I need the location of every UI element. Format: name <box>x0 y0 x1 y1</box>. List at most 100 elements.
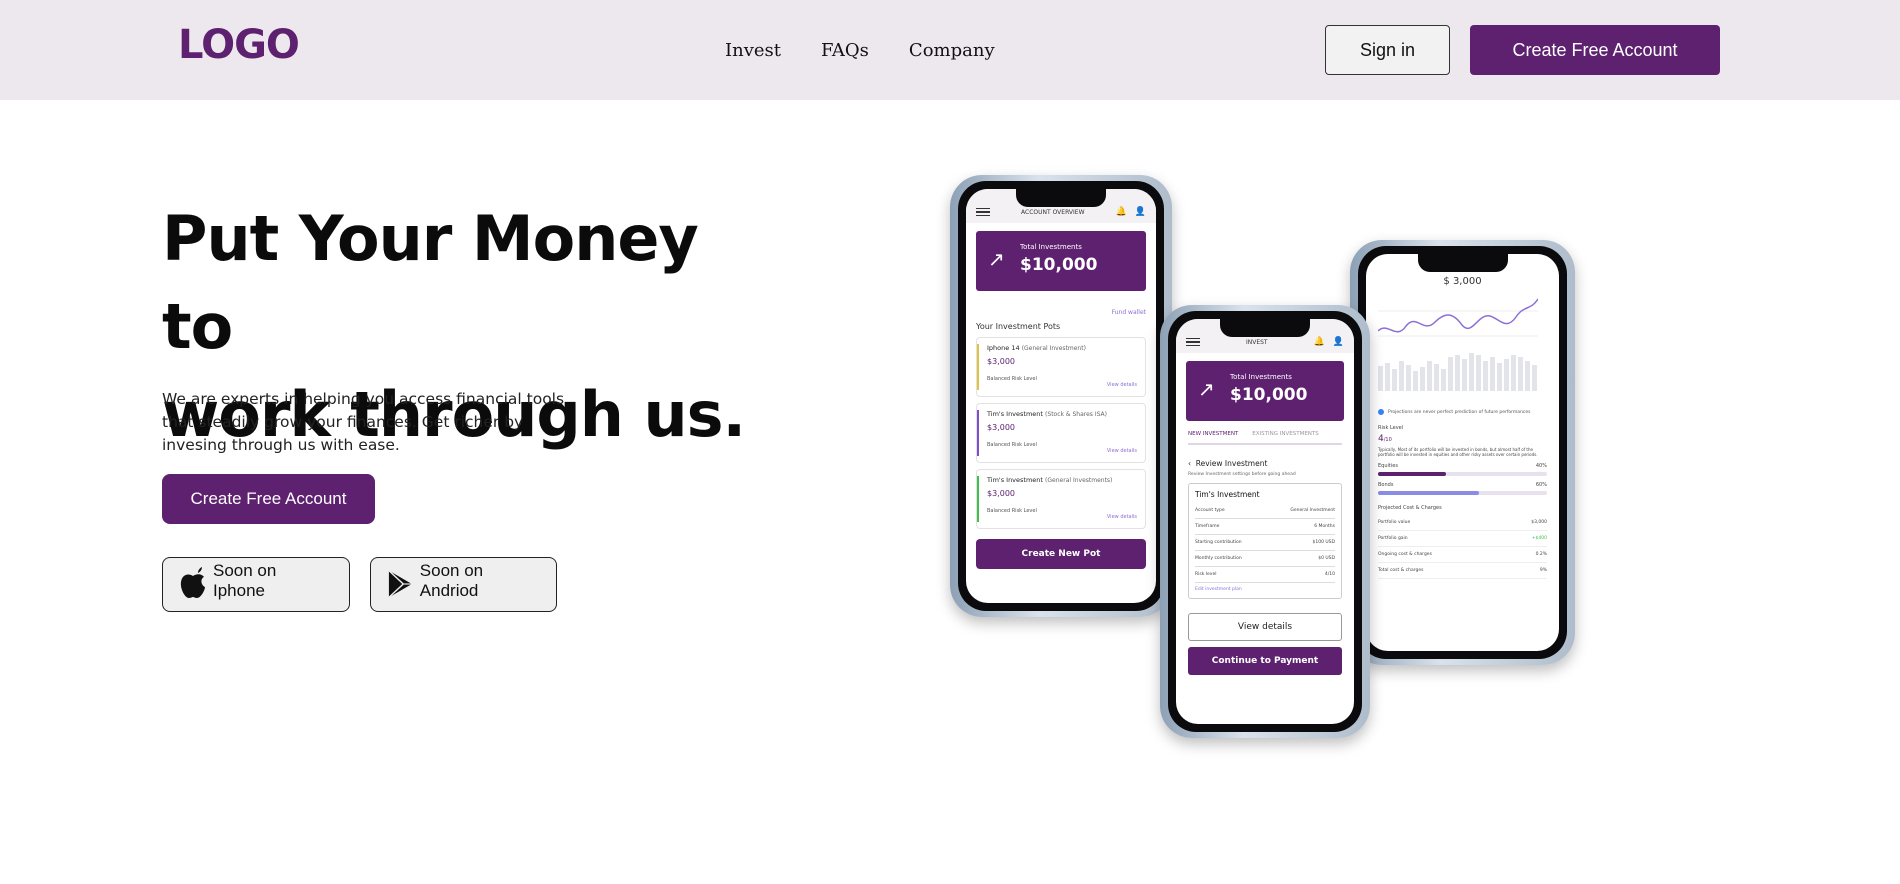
risk-level-label: Risk Level <box>1378 425 1404 431</box>
review-row-label: Monthly contribution <box>1195 556 1242 561</box>
create-account-button-nav[interactable]: Create Free Account <box>1470 25 1720 75</box>
risk-level-section: Risk Level 4/10 Typically, Most of its p… <box>1378 425 1547 495</box>
pot-amount: $3,000 <box>987 357 1015 366</box>
bonds-label: Bonds <box>1378 482 1394 488</box>
nav-link-company[interactable]: Company <box>909 40 995 61</box>
pot-name: Iphone 14 <box>987 344 1020 352</box>
view-details-link[interactable]: View details <box>1107 382 1137 388</box>
total-investments-value: $10,000 <box>1020 255 1098 275</box>
equities-percent: 40% <box>1535 463 1547 469</box>
review-row-label: Timeframe <box>1195 524 1220 529</box>
create-new-pot-button[interactable]: Create New Pot <box>976 539 1146 569</box>
bonds-progress <box>1378 491 1547 495</box>
phone-notch <box>1417 254 1508 272</box>
review-row: Monthly contribution $0 USD <box>1195 551 1335 567</box>
ios-store-button[interactable]: Soon on Iphone <box>162 557 350 612</box>
edit-plan-link[interactable]: Edit investment plan <box>1195 583 1335 592</box>
pot-type: (General Investments) <box>1045 477 1113 484</box>
review-subtitle: Review Investment settings before going … <box>1188 472 1296 477</box>
user-icon[interactable]: 👤 <box>1135 207 1146 217</box>
phone-mockup-projections: $ 3,000 Projections are never perfect pr… <box>1350 240 1575 665</box>
view-details-link[interactable]: View details <box>1107 448 1137 454</box>
investment-pot[interactable]: Tim's Investment (General Investments) $… <box>976 469 1146 529</box>
cost-row-label: Ongoing cost & charges <box>1378 552 1432 557</box>
play-store-icon <box>388 570 412 598</box>
review-row-label: Starting contribution <box>1195 540 1242 545</box>
phone-mockup-account-overview: ACCOUNT OVERVIEW 🔔 👤 ↗ Total Investments … <box>950 175 1172 617</box>
phone-notch <box>1016 189 1106 207</box>
review-row: Risk level 4/10 <box>1195 567 1335 583</box>
investment-pot[interactable]: Iphone 14 (General Investment) $3,000 Ba… <box>976 337 1146 397</box>
info-dot-icon <box>1378 409 1384 415</box>
phone-mockup-invest: INVEST 🔔 👤 ↗ Total Investments $10,000 NE… <box>1160 305 1370 738</box>
review-row-label: Account type <box>1195 508 1225 513</box>
logo[interactable]: LOGO <box>178 22 300 68</box>
trend-up-icon: ↗ <box>1198 377 1215 401</box>
pot-amount: $3,000 <box>987 489 1015 498</box>
apple-icon <box>180 567 205 598</box>
create-account-button-hero[interactable]: Create Free Account <box>162 474 375 524</box>
nav-link-invest[interactable]: Invest <box>725 40 781 61</box>
menu-icon[interactable] <box>976 207 990 217</box>
risk-description: Typically, Most of its portfolio will be… <box>1378 447 1538 457</box>
menu-icon[interactable] <box>1186 337 1200 347</box>
projection-chart <box>1378 298 1538 391</box>
projection-note: Projections are never perfect prediction… <box>1378 409 1547 415</box>
total-investments-label: Total Investments <box>1020 243 1082 251</box>
costs-title: Projected Cost & Charges <box>1378 505 1442 511</box>
review-row: Account type General Investment <box>1195 503 1335 519</box>
review-title-text: Review Investment <box>1195 459 1268 468</box>
bell-icon[interactable]: 🔔 <box>1116 207 1127 217</box>
android-store-button[interactable]: Soon on Andriod <box>370 557 557 612</box>
screen-header: INVEST <box>1245 338 1268 346</box>
pot-name: Tim's Investment <box>987 476 1043 484</box>
top-nav: LOGO Invest FAQs Company Sign in Create … <box>0 0 1900 100</box>
hero-subtitle: We are experts in helping you access fin… <box>162 390 565 454</box>
screen-header: ACCOUNT OVERVIEW <box>1021 208 1085 216</box>
cost-row-value: $3,000 <box>1531 520 1547 525</box>
invest-tabs: NEW INVESTMENT EXISTING INVESTMENTS <box>1188 431 1342 445</box>
investment-pot[interactable]: Tim's Investment (Stock & Shares ISA) $3… <box>976 403 1146 463</box>
review-row-value: General Investment <box>1290 508 1335 513</box>
equities-label: Equities <box>1378 463 1398 469</box>
tab-existing-investments[interactable]: EXISTING INVESTMENTS <box>1252 431 1318 437</box>
android-store-label: Soon on Andriod <box>419 561 484 600</box>
equities-progress <box>1378 472 1547 476</box>
continue-to-payment-button[interactable]: Continue to Payment <box>1188 647 1342 675</box>
bonds-percent: 60% <box>1535 482 1547 488</box>
review-table: Tim's Investment Account type General Inv… <box>1188 483 1342 599</box>
pot-type: (General Investment) <box>1021 345 1086 352</box>
pot-amount: $3,000 <box>987 423 1015 432</box>
total-investments-card: ↗ Total Investments $10,000 <box>1186 361 1344 421</box>
ios-store-label: Soon on Iphone <box>212 561 277 600</box>
view-details-button[interactable]: View details <box>1188 613 1342 641</box>
review-row-label: Risk level <box>1195 572 1217 577</box>
sign-in-button[interactable]: Sign in <box>1325 25 1450 75</box>
bell-icon[interactable]: 🔔 <box>1314 337 1325 347</box>
cost-row-label: Portfolio value <box>1378 520 1411 525</box>
projection-amount: $ 3,000 <box>1443 276 1482 287</box>
total-investments-value: $10,000 <box>1230 385 1308 405</box>
nav-links: Invest FAQs Company <box>725 40 995 61</box>
tab-new-investment[interactable]: NEW INVESTMENT <box>1188 431 1238 437</box>
review-table-title: Tim's Investment <box>1195 490 1260 499</box>
cost-row-value: 0.2% <box>1535 552 1547 557</box>
trend-up-icon: ↗ <box>988 247 1005 271</box>
phone-notch <box>1220 319 1310 337</box>
hero-title-line-1: Put Your Money to <box>162 202 699 363</box>
total-investments-card: ↗ Total Investments $10,000 <box>976 231 1146 291</box>
back-chevron-icon[interactable]: ‹ <box>1188 459 1191 468</box>
review-row: Timeframe 6 Months <box>1195 519 1335 535</box>
review-title: ‹ Review Investment <box>1188 459 1342 468</box>
projected-costs-section: Projected Cost & Charges Portfolio value… <box>1378 505 1547 579</box>
fund-wallet-link[interactable]: Fund wallet <box>1112 309 1146 316</box>
review-row-value: $0 USD <box>1318 556 1335 561</box>
user-icon[interactable]: 👤 <box>1333 337 1344 347</box>
pot-name: Tim's Investment <box>987 410 1043 418</box>
review-row: Starting contribution $100 USD <box>1195 535 1335 551</box>
pot-type: (Stock & Shares ISA) <box>1045 411 1107 418</box>
view-details-link[interactable]: View details <box>1107 514 1137 520</box>
cost-row-value: +$400 <box>1531 536 1547 541</box>
review-row-value: 6 Months <box>1314 524 1335 529</box>
nav-link-faqs[interactable]: FAQs <box>821 40 869 61</box>
